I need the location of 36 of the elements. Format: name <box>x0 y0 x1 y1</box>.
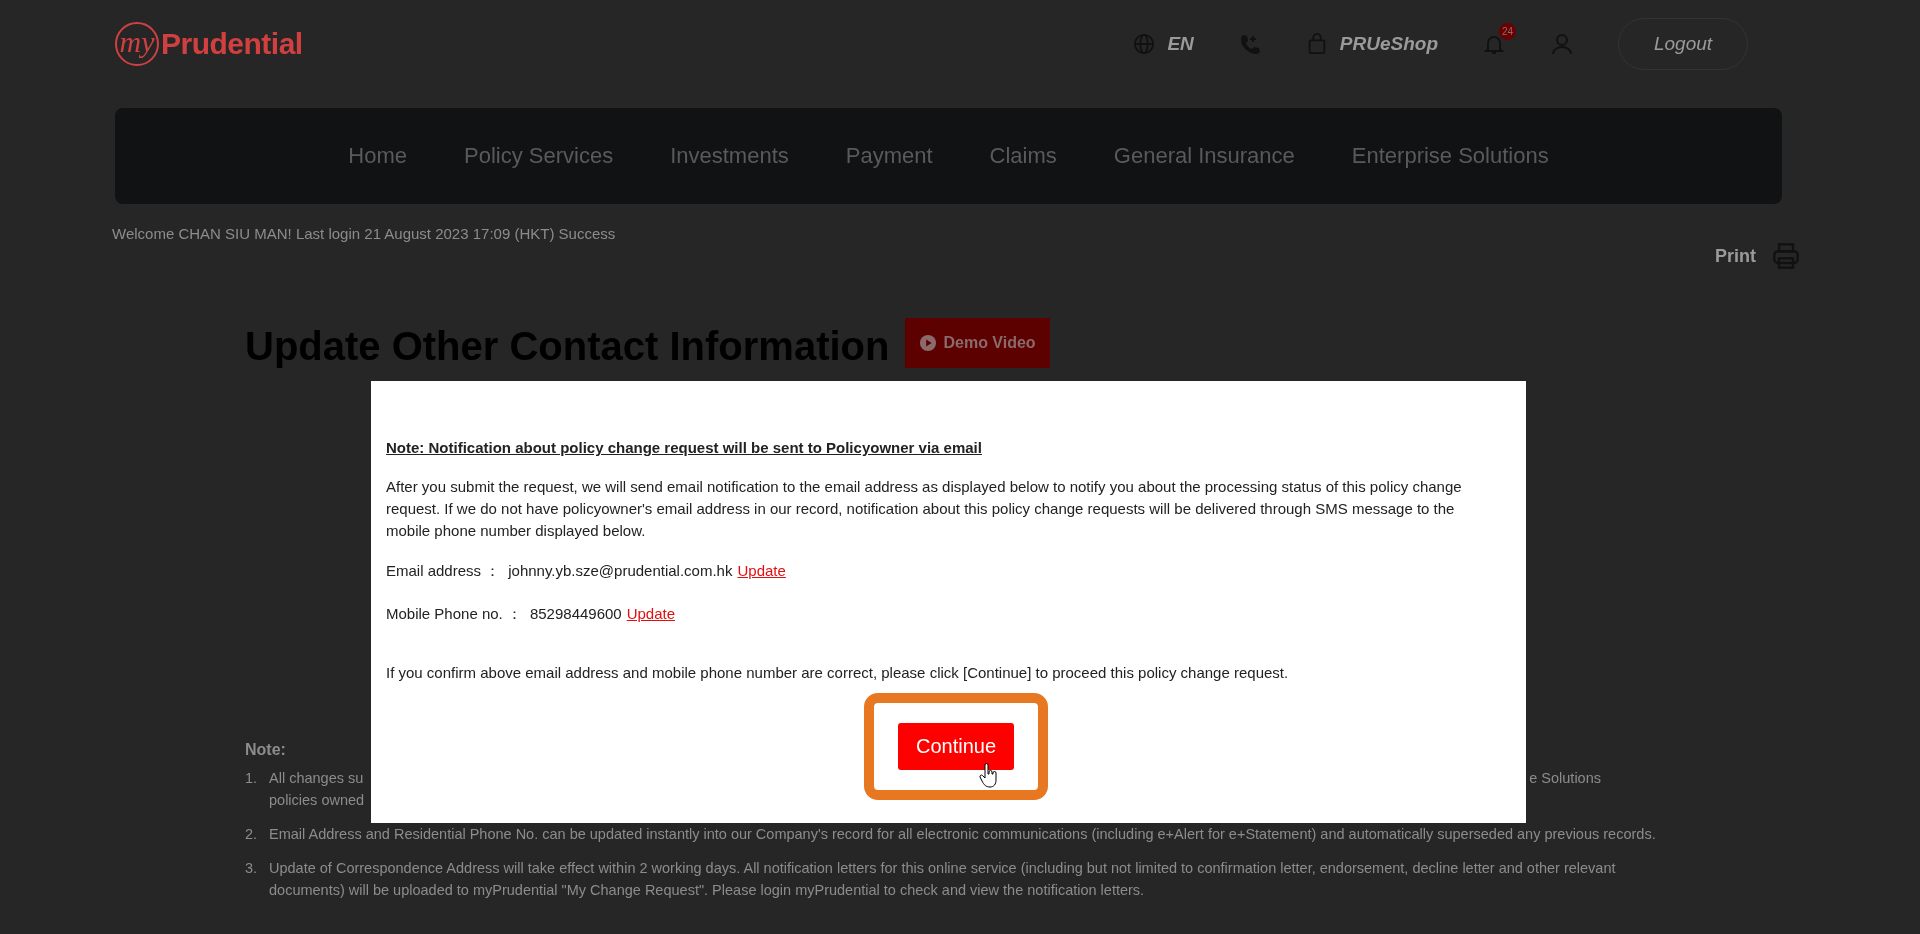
logo[interactable]: my Prudential <box>115 22 303 66</box>
dialog-text: After you submit the request, we will send email notification to the email address as displayed below to notify you about the processing status of this policy change request. If we do not have policyowner's email address in our record, notification about this policy change requests will be delivered through SMS message to the mobile phone number displayed below. <box>386 477 1463 541</box>
update-link[interactable]: Update <box>737 562 786 579</box>
nav-link[interactable]: Claims <box>989 143 1057 169</box>
nav-link[interactable]: Payment <box>845 143 933 169</box>
welcome-text: Welcome CHAN SIU MAN! Last login 21 August 2023 17:09 (HKT) Success <box>112 225 616 242</box>
play-icon[interactable] <box>919 334 938 352</box>
language-link[interactable]: EN <box>1167 33 1194 55</box>
field-label: Email address ： <box>386 562 501 579</box>
note-text: All changes su <box>269 769 365 788</box>
note-text: Email Address and Residential Phone No. can be updated instantly into our Company's record for all electronic communications (including e+Alert for e+Statement) and automatically superseded any previous records. <box>269 825 1657 844</box>
nav-link[interactable]: Policy Services <box>464 143 614 169</box>
nav-link[interactable]: General Insurance <box>1113 143 1295 169</box>
note-text: policies owned <box>269 791 365 810</box>
dialog-text: If you confirm above email address and mobile phone number are correct, please click [Continue] to proceed this policy change request. <box>386 664 1290 681</box>
field-value: 85298449600 <box>529 605 622 622</box>
nav-link[interactable]: Enterprise Solutions <box>1351 143 1549 169</box>
logout-button[interactable]: Logout <box>1618 18 1748 70</box>
field-label: Mobile Phone no. ： <box>386 605 522 622</box>
nav-link[interactable]: Home <box>348 143 407 169</box>
print-link[interactable]: Print <box>1715 245 1756 267</box>
field-value: johnny.yb.sze@prudential.com.hk <box>508 562 733 579</box>
demo-video-button[interactable]: Demo Video <box>905 318 1050 368</box>
nav-link[interactable]: Investments <box>670 143 789 169</box>
list-number: 3. <box>245 859 259 878</box>
notification-badge: 24 <box>1499 23 1516 40</box>
update-link[interactable]: Update <box>626 605 676 622</box>
list-number: 2. <box>245 825 259 844</box>
hand-cursor-icon <box>979 763 999 789</box>
dialog-heading: Note: Notification about policy change request will be sent to Policyowner via email <box>386 439 983 456</box>
notes-heading: Note: <box>245 741 286 759</box>
note-text: Update of Correspondence Address will take effect within 2 working days. All notification letters for this online service (including but not limited to confirmation letter, endorsement, decline letter and other relevant documents) will be uploaded to myPrudential "My Change Request". Please login myPrudential to check and view the notification letters. <box>269 859 1617 900</box>
note-text: e Solutions <box>1529 769 1601 788</box>
list-number: 1. <box>245 769 259 788</box>
shop-link[interactable]: PRUeShop <box>1339 33 1438 55</box>
continue-button[interactable]: Continue <box>898 723 1014 770</box>
